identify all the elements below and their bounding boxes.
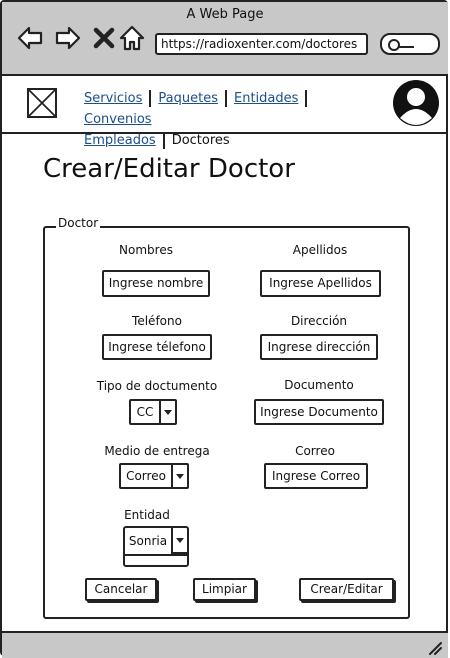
- back-arrow-icon[interactable]: [16, 24, 44, 52]
- nav-link-paquetes[interactable]: Paquetes: [158, 91, 218, 106]
- tipo-documento-value: CC: [136, 405, 154, 419]
- tipo-documento-label: Tipo de doctumento: [96, 379, 218, 393]
- entidad-value: Sonria: [128, 534, 168, 548]
- medio-entrega-value: Correo: [126, 469, 166, 483]
- nav-divider: [305, 90, 308, 107]
- browser-window: A Web Page https://radioxenter.com/docto…: [0, 0, 448, 658]
- chevron-down-icon: [171, 465, 187, 487]
- telefono-input[interactable]: Ingrese télefono: [102, 334, 212, 360]
- browser-chrome: A Web Page https://radioxenter.com/docto…: [2, 2, 448, 76]
- cancel-button[interactable]: Cancelar: [85, 578, 157, 601]
- nombres-input[interactable]: Ingrese nombre: [102, 270, 210, 297]
- forward-arrow-icon[interactable]: [54, 24, 82, 52]
- dropdown-divider: [125, 554, 187, 556]
- medio-entrega-label: Medio de entrega: [104, 444, 210, 458]
- fieldset-legend: Doctor: [56, 216, 101, 230]
- chevron-down-icon: [171, 528, 187, 554]
- correo-input[interactable]: Ingrese Correo: [264, 463, 368, 489]
- submit-button[interactable]: Crear/Editar: [299, 578, 394, 601]
- nav-divider: [224, 90, 227, 107]
- nav-link-empleados[interactable]: Empleados: [84, 133, 156, 148]
- url-bar[interactable]: https://radioxenter.com/doctores: [155, 33, 368, 55]
- home-icon[interactable]: [118, 24, 146, 52]
- search-icon: [388, 39, 414, 51]
- chevron-down-icon: [159, 401, 175, 423]
- tipo-documento-select[interactable]: CC: [129, 399, 177, 425]
- apellidos-label: Apellidos: [292, 243, 348, 257]
- browser-search-field[interactable]: [380, 33, 440, 55]
- user-avatar-icon[interactable]: [391, 78, 441, 128]
- browser-status-bar: [2, 631, 448, 658]
- documento-input[interactable]: Ingrese Documento: [254, 399, 384, 425]
- nav-divider: [162, 132, 165, 149]
- medio-entrega-select[interactable]: Correo: [119, 463, 189, 489]
- site-header: Servicios Paquetes Entidades Convenios Empl…: [2, 76, 448, 149]
- nav-divider: [149, 90, 152, 107]
- nav-link-servicios[interactable]: Servicios: [84, 91, 142, 106]
- nav-current-doctores: Doctores: [171, 133, 230, 148]
- entidad-select[interactable]: Sonria: [123, 526, 189, 567]
- close-icon[interactable]: [90, 24, 118, 52]
- direccion-input[interactable]: Ingrese dirección: [260, 334, 378, 360]
- page-title: Crear/Editar Doctor: [43, 154, 295, 184]
- correo-label: Correo: [295, 444, 335, 458]
- window-title: A Web Page: [186, 7, 264, 22]
- apellidos-input[interactable]: Ingrese Apellidos: [260, 270, 381, 297]
- nav-link-entidades[interactable]: Entidades: [234, 91, 298, 106]
- nav-link-convenios[interactable]: Convenios: [84, 112, 152, 127]
- direccion-label: Dirección: [290, 314, 348, 328]
- documento-label: Documento: [284, 378, 354, 392]
- main-nav: Servicios Paquetes Entidades Convenios Empl…: [84, 88, 374, 151]
- telefono-label: Teléfono: [132, 314, 182, 328]
- entidad-label: Entidad: [124, 508, 170, 522]
- clear-button[interactable]: Limpiar: [193, 578, 256, 601]
- image-placeholder-icon: [27, 88, 57, 118]
- resize-grip-icon[interactable]: [428, 641, 442, 655]
- nombres-label: Nombres: [119, 243, 173, 257]
